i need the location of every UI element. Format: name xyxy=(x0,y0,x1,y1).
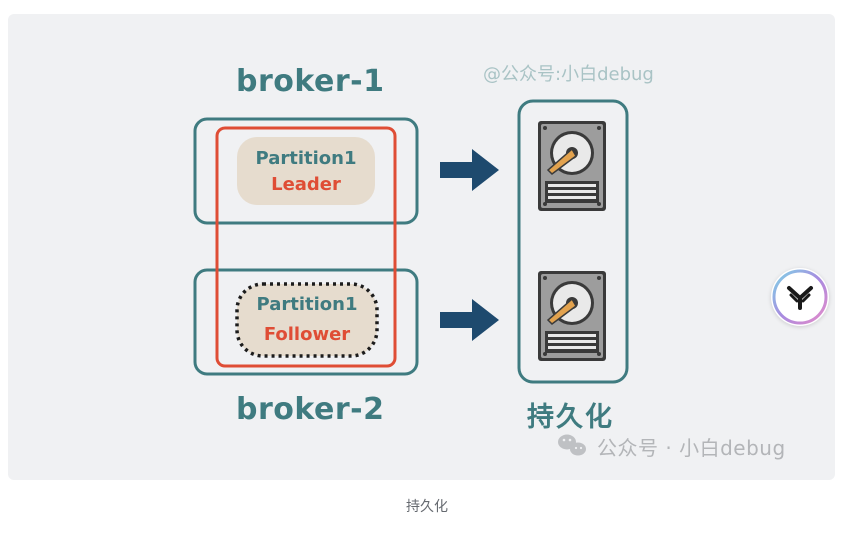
hard-disk-icon xyxy=(538,121,606,211)
watermark-bottom: 公众号 · 小白debug xyxy=(597,436,786,460)
hard-disk-icon xyxy=(538,271,606,361)
broker-2-title: broker-2 xyxy=(236,392,385,427)
diagram-graphics xyxy=(193,99,629,456)
app-logo-icon xyxy=(772,269,828,325)
arrow-right-icon xyxy=(440,299,499,341)
leader-role-label: Leader xyxy=(271,174,341,195)
arrow-right-icon xyxy=(440,149,499,191)
leader-partition-label: Partition1 xyxy=(255,148,357,169)
wechat-icon xyxy=(558,434,586,456)
follower-role-label: Follower xyxy=(263,324,351,345)
figure-caption: 持久化 xyxy=(406,499,448,515)
persistence-title: 持久化 xyxy=(527,402,614,433)
follower-partition-label: Partition1 xyxy=(256,294,358,315)
broker-1-title: broker-1 xyxy=(236,64,385,99)
floating-app-button[interactable] xyxy=(771,268,829,326)
watermark-top: @公众号:小白debug xyxy=(483,64,654,85)
